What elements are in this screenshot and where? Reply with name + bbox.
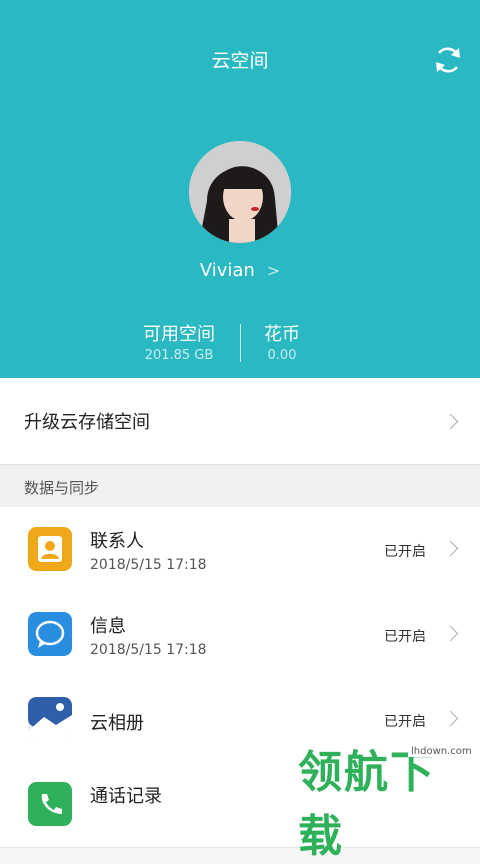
stat-coins: 花币 0.00 (256, 320, 308, 363)
chevron-right-icon (442, 413, 459, 430)
stat-storage: 可用空间 201.85 GB (134, 320, 224, 363)
call-log-icon (28, 782, 72, 826)
watermark-site: lhdown.com (408, 746, 475, 757)
item-status: 已开启 (384, 714, 426, 730)
divider (240, 324, 241, 362)
section-title: 数据与同步 (24, 479, 100, 497)
chevron-right-icon (442, 710, 459, 727)
messages-icon (28, 612, 72, 656)
section-header: 数据与同步 (0, 465, 480, 507)
avatar[interactable] (189, 141, 291, 243)
stat-value: 0.00 (267, 348, 297, 363)
chevron-right-icon: > (266, 261, 281, 280)
gallery-icon (28, 697, 72, 741)
item-time: 2018/5/15 17:18 (90, 557, 207, 573)
stat-label: 花币 (264, 324, 300, 345)
chevron-right-icon (442, 625, 459, 642)
upgrade-label: 升级云存储空间 (24, 412, 150, 433)
list-item-messages[interactable]: 信息 2018/5/15 17:18 已开启 (0, 592, 480, 678)
item-name: 通话记录 (90, 786, 162, 807)
chevron-right-icon (442, 540, 459, 557)
item-name: 云相册 (90, 713, 144, 734)
list-item-contacts[interactable]: 联系人 2018/5/15 17:18 已开启 (0, 507, 480, 593)
stat-value: 201.85 GB (144, 348, 214, 363)
item-time: 2018/5/15 17:18 (90, 642, 207, 658)
username[interactable]: Vivian > (0, 260, 480, 281)
upgrade-storage-row[interactable]: 升级云存储空间 (0, 378, 480, 465)
item-name: 联系人 (90, 531, 144, 552)
page-title: 云空间 (211, 50, 269, 72)
profile-header: 云空间 Vivian > 可用空间 201.85 GB 花币 0.00 (0, 0, 480, 378)
stats-bar: 可用空间 201.85 GB 花币 0.00 (0, 320, 480, 366)
contacts-icon (28, 527, 72, 571)
item-name: 信息 (90, 616, 126, 637)
sync-icon[interactable] (432, 44, 464, 76)
username-label: Vivian (199, 260, 255, 281)
item-status: 已开启 (384, 544, 426, 560)
item-status: 已开启 (384, 629, 426, 645)
stat-label: 可用空间 (143, 324, 215, 345)
